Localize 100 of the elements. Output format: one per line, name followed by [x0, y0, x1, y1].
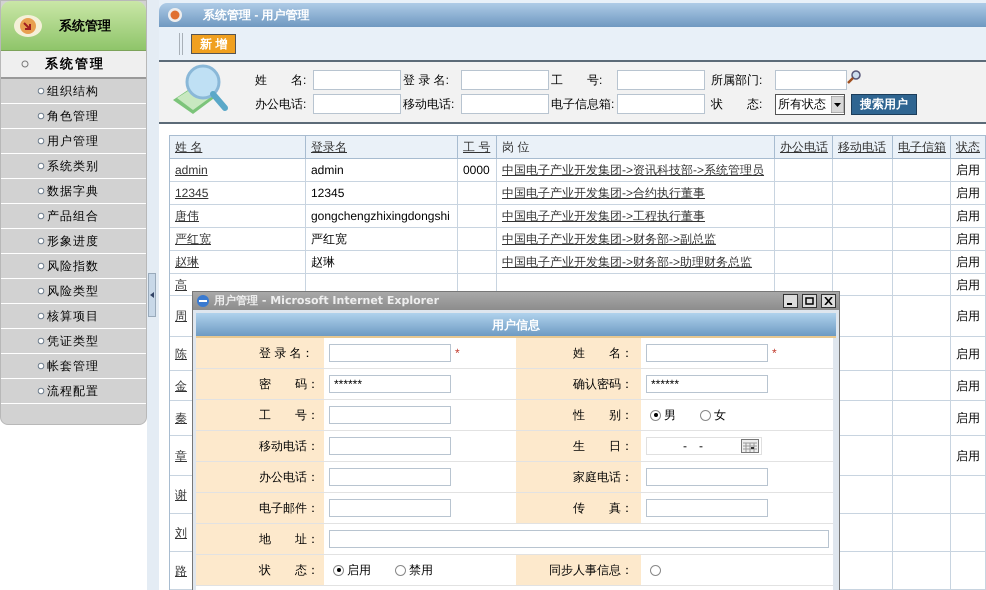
- column-header[interactable]: 工 号: [458, 136, 497, 159]
- table-cell: [833, 251, 893, 274]
- radio-button[interactable]: [650, 564, 661, 576]
- text-field[interactable]: [329, 468, 451, 486]
- table-cell: [893, 251, 951, 274]
- search-icon[interactable]: [847, 70, 861, 84]
- table-cell: 赵琳: [306, 251, 458, 274]
- search-users-button[interactable]: 搜索用户: [851, 94, 917, 114]
- search-field[interactable]: [617, 94, 705, 114]
- orb-icon: [167, 7, 183, 24]
- search-field[interactable]: [775, 70, 847, 90]
- radio-button[interactable]: [700, 410, 711, 420]
- text-field[interactable]: ******: [329, 375, 451, 393]
- dialog-title: 用户管理 - Microsoft Internet Explorer: [214, 292, 440, 309]
- search-label: 登 录 名:: [403, 72, 450, 88]
- table-cell: 启用: [951, 182, 986, 205]
- column-header[interactable]: 电子信箱: [893, 136, 951, 159]
- table-cell: [893, 436, 951, 476]
- column-header[interactable]: 姓 名: [170, 136, 306, 159]
- form-label: 同步人事信息：: [549, 562, 633, 579]
- table-cell: 启用: [951, 274, 986, 296]
- search-field[interactable]: [461, 70, 549, 90]
- search-field[interactable]: [617, 70, 705, 90]
- sidebar-section[interactable]: 系统管理: [1, 51, 146, 79]
- text-field[interactable]: [646, 499, 768, 517]
- close-button[interactable]: [821, 294, 836, 308]
- column-header[interactable]: 移动电话: [833, 136, 893, 159]
- date-field[interactable]: - -: [646, 437, 762, 455]
- position-link[interactable]: 中国电子产业开发集团->工程执行董事: [502, 207, 706, 225]
- user-name-link[interactable]: 路: [175, 562, 187, 580]
- column-header[interactable]: 登录名: [306, 136, 458, 159]
- form-label: 地 址：: [259, 531, 319, 548]
- table-cell: 0000: [458, 159, 497, 182]
- text-field[interactable]: [329, 406, 451, 424]
- table-cell: 启用: [951, 205, 986, 228]
- dropdown-arrow-icon[interactable]: [831, 96, 844, 112]
- table-cell: 严红宽: [306, 228, 458, 251]
- position-link[interactable]: 中国电子产业开发集团->财务部->副总监: [502, 230, 716, 248]
- user-name-link[interactable]: 金: [175, 376, 187, 394]
- search-label: 移动电话:: [403, 96, 456, 113]
- table-cell: 启用: [951, 436, 986, 476]
- search-label: 办公电话:: [255, 96, 308, 113]
- form-label: 状 态：: [259, 562, 319, 579]
- table-cell: [893, 296, 951, 337]
- bullet-icon: [37, 212, 45, 220]
- dialog-header: 用户信息: [196, 313, 836, 338]
- form-label: 移动电话：: [259, 438, 319, 455]
- user-name-link[interactable]: 刘: [175, 524, 187, 542]
- user-name-link[interactable]: 章: [175, 446, 187, 464]
- table-cell: [893, 552, 951, 590]
- position-link[interactable]: 中国电子产业开发集团->合约执行董事: [502, 184, 706, 202]
- minimize-button[interactable]: [783, 294, 798, 308]
- table-cell: [893, 159, 951, 182]
- column-header[interactable]: 办公电话: [775, 136, 833, 159]
- table-cell: [893, 514, 951, 552]
- search-field[interactable]: [313, 94, 401, 114]
- search-field[interactable]: [461, 94, 549, 114]
- user-name-link[interactable]: 周: [175, 307, 187, 325]
- table-cell: 启用: [951, 251, 986, 274]
- sidebar-title: 系统管理: [59, 16, 111, 35]
- user-name-link[interactable]: 秦: [175, 409, 187, 427]
- address-field[interactable]: [329, 530, 829, 548]
- user-name-link[interactable]: 严红宽: [175, 230, 211, 248]
- user-name-link[interactable]: 唐伟: [175, 207, 199, 225]
- calendar-icon[interactable]: [741, 439, 759, 453]
- column-header[interactable]: 状态: [951, 136, 986, 159]
- radio-button[interactable]: [650, 410, 661, 420]
- table-cell: 启用: [951, 159, 986, 182]
- collapse-handle[interactable]: [148, 273, 156, 317]
- table-cell: [893, 182, 951, 205]
- status-select[interactable]: 所有状态: [775, 94, 845, 114]
- search-field[interactable]: [313, 70, 401, 90]
- text-field[interactable]: [329, 437, 451, 455]
- text-field[interactable]: ******: [646, 375, 768, 393]
- radio-button[interactable]: [333, 564, 344, 576]
- text-field[interactable]: [329, 499, 451, 517]
- table-cell: [833, 228, 893, 251]
- user-name-link[interactable]: 赵琳: [175, 253, 199, 271]
- page-title: 系统管理 - 用户管理: [203, 7, 310, 24]
- user-name-link[interactable]: admin: [175, 161, 208, 179]
- bullet-icon: [37, 312, 45, 320]
- radio-button[interactable]: [395, 564, 406, 576]
- text-field[interactable]: [646, 344, 768, 362]
- table-cell: 启用: [951, 401, 986, 436]
- user-name-link[interactable]: 12345: [175, 184, 208, 202]
- user-name-link[interactable]: 陈: [175, 344, 187, 362]
- text-field[interactable]: [329, 344, 451, 362]
- table-cell: [893, 228, 951, 251]
- user-name-link[interactable]: 谢: [175, 486, 187, 504]
- column-header: 岗 位: [497, 136, 775, 159]
- bullet-icon: [37, 112, 45, 120]
- form-label: 登 录 名：: [259, 345, 314, 362]
- table-cell: [893, 401, 951, 436]
- position-link[interactable]: 中国电子产业开发集团->财务部->助理财务总监: [502, 253, 752, 271]
- user-name-link[interactable]: 高: [175, 276, 187, 294]
- bullet-icon: [37, 87, 45, 95]
- position-link[interactable]: 中国电子产业开发集团->资讯科技部->系统管理员: [502, 161, 764, 179]
- form-label: 家庭电话：: [573, 469, 633, 486]
- text-field[interactable]: [646, 468, 768, 486]
- maximize-button[interactable]: [802, 294, 817, 308]
